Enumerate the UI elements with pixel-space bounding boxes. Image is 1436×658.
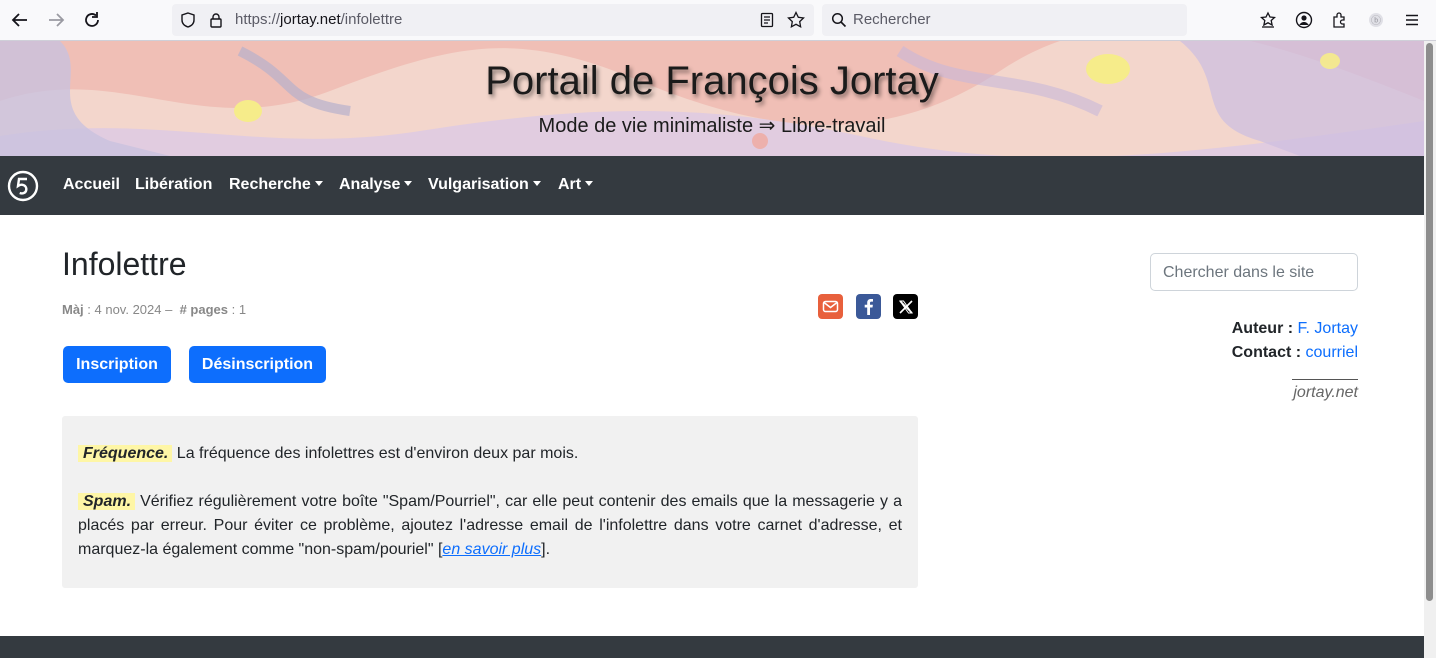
frequency-text: La fréquence des infolettres est d'envir…: [172, 445, 579, 462]
nav-item-analyse[interactable]: Analyse: [339, 176, 413, 194]
account-icon[interactable]: [1294, 10, 1314, 30]
site-search-input[interactable]: Chercher dans le site: [1150, 253, 1358, 291]
forward-icon[interactable]: [44, 8, 68, 32]
contact-link[interactable]: courriel: [1306, 344, 1358, 361]
meta-update-value: : 4 nov. 2024: [83, 302, 162, 317]
browser-search-input[interactable]: Rechercher: [822, 4, 1187, 36]
lock-icon[interactable]: [206, 10, 226, 30]
url-bar[interactable]: https://jortay.net/infolettre: [172, 4, 814, 36]
page-footer: [0, 636, 1424, 658]
page-meta: Màj : 4 nov. 2024 – # pages : 1: [62, 302, 246, 317]
frequency-label: Fréquence.: [78, 445, 173, 462]
frequency-paragraph: Fréquence. La fréquence des infolettres …: [78, 442, 902, 466]
chevron-down-icon: [585, 181, 594, 186]
profile-icon[interactable]: ⓑ: [1366, 10, 1386, 30]
menu-icon[interactable]: [1402, 10, 1422, 30]
facebook-icon[interactable]: [856, 294, 881, 319]
browser-toolbar: https://jortay.net/infolettre Rechercher…: [0, 0, 1436, 41]
sidebar-domain: jortay.net: [1293, 384, 1358, 401]
star-icon[interactable]: [786, 10, 806, 30]
spam-paragraph: Spam. Vérifiez régulièrement votre boîte…: [78, 490, 902, 562]
nav-item-liberation[interactable]: Libération: [135, 176, 212, 194]
email-share-icon[interactable]: [818, 294, 843, 319]
meta-update-label: Màj: [62, 302, 84, 317]
shield-icon[interactable]: [178, 10, 198, 30]
x-icon[interactable]: [893, 294, 918, 319]
scrollbar-thumb[interactable]: [1426, 43, 1433, 601]
nav-item-accueil[interactable]: Accueil: [63, 176, 120, 194]
spam-label: Spam.: [78, 493, 136, 510]
reload-icon[interactable]: [80, 8, 104, 32]
unsubscribe-button[interactable]: Désinscription: [189, 346, 326, 383]
author-label: Auteur :: [1231, 320, 1294, 337]
search-placeholder: Rechercher: [853, 11, 931, 28]
info-box: Fréquence. La fréquence des infolettres …: [62, 416, 918, 588]
site-logo-icon[interactable]: [7, 170, 39, 202]
learn-more-link[interactable]: en savoir plus: [442, 541, 541, 558]
author-link[interactable]: F. Jortay: [1298, 320, 1358, 337]
reader-icon[interactable]: [757, 10, 777, 30]
puzzle-icon[interactable]: [1330, 10, 1350, 30]
svg-text:ⓑ: ⓑ: [1371, 15, 1381, 27]
site-title[interactable]: Portail de François Jortay: [0, 59, 1424, 104]
main-navbar: Accueil Libération Recherche Analyse Vul…: [0, 156, 1424, 215]
site-banner: Portail de François Jortay Mode de vie m…: [0, 41, 1424, 156]
extensions-icon[interactable]: [1258, 10, 1278, 30]
author-line: Auteur : F. Jortay: [1232, 320, 1358, 338]
contact-line: Contact : courriel: [1232, 344, 1358, 362]
meta-separator: –: [161, 302, 176, 317]
page-title: Infolettre: [62, 246, 187, 282]
chevron-down-icon: [404, 181, 413, 186]
meta-pages-value: : 1: [228, 302, 247, 317]
meta-pages-label: # pages: [179, 302, 229, 317]
subscribe-button[interactable]: Inscription: [63, 346, 171, 383]
back-icon[interactable]: [8, 8, 32, 32]
nav-item-recherche[interactable]: Recherche: [229, 176, 323, 194]
chevron-down-icon: [314, 181, 323, 186]
site-search-placeholder: Chercher dans le site: [1163, 264, 1315, 281]
contact-label: Contact :: [1231, 344, 1302, 361]
url-text: https://jortay.net/infolettre: [235, 11, 403, 28]
site-subtitle: Mode de vie minimaliste ⇒ Libre-travail: [538, 115, 886, 137]
spam-end: ].: [541, 541, 551, 558]
nav-item-art[interactable]: Art: [558, 176, 594, 194]
chevron-down-icon: [532, 181, 541, 186]
sidebar-divider: [1292, 379, 1358, 380]
nav-item-vulgarisation[interactable]: Vulgarisation: [428, 176, 541, 194]
search-icon: [829, 10, 849, 30]
